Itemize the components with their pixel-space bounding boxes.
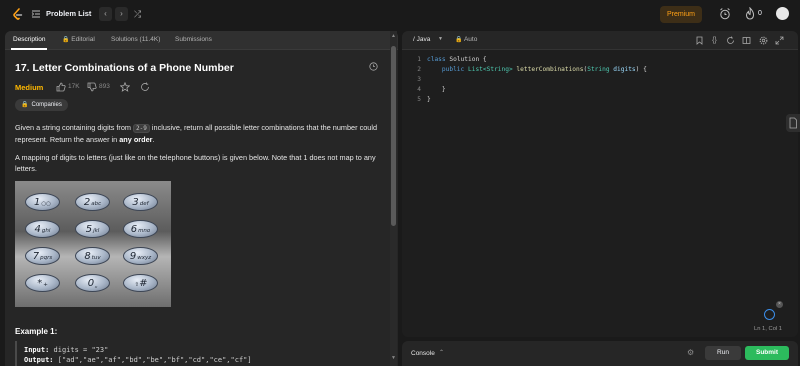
chat-bubble-icon[interactable] <box>764 309 775 320</box>
console-toggle[interactable]: Console <box>411 350 435 357</box>
code-line: 3 <box>417 76 421 83</box>
keypad-key: 1○○ <box>25 193 60 211</box>
settings-gear-icon[interactable] <box>759 36 768 45</box>
braces-icon[interactable]: {} <box>710 36 719 45</box>
close-icon[interactable]: × <box>776 301 783 308</box>
lock-icon: 🔒 <box>62 37 70 43</box>
chevron-up-icon[interactable]: ⌃ <box>439 349 444 356</box>
problem-title: 17. Letter Combinations of a Phone Numbe… <box>15 62 234 74</box>
keypad-key: 8tuv <box>75 247 110 265</box>
fullscreen-icon[interactable] <box>775 36 784 45</box>
submit-button[interactable]: Submit <box>745 346 789 360</box>
difficulty-badge: Medium <box>15 83 44 92</box>
language-select[interactable]: / Java <box>413 36 430 43</box>
description-paragraph-1: Given a string containing digits from 2-… <box>15 123 378 144</box>
code-line: 4 } <box>417 86 446 93</box>
keypad-key: 5jkl <box>75 220 110 238</box>
star-icon[interactable] <box>120 82 130 92</box>
autosave-label: 🔒 Auto <box>455 36 478 43</box>
keypad-key: 9wxyz <box>123 247 158 265</box>
example-input: Input: digits = "23" <box>24 346 109 354</box>
run-button[interactable]: Run <box>705 346 741 360</box>
example-title: Example 1: <box>15 327 58 336</box>
avatar[interactable] <box>776 7 789 20</box>
lock-icon: 🔒 <box>21 102 29 108</box>
active-tab-indicator <box>11 48 47 50</box>
code-line: 5 } <box>417 96 431 103</box>
editor-toolbar: / Java ▼ 🔒 Auto {} <box>402 31 798 50</box>
scroll-down-arrow[interactable]: ▼ <box>391 355 396 363</box>
streak-fire-icon[interactable] <box>745 7 755 20</box>
bookmark-icon[interactable] <box>695 36 704 45</box>
description-tabs: Description 🔒 Editorial Solutions (11.4K… <box>5 31 398 50</box>
example-block: Input: digits = "23" Output: ["ad","ae",… <box>15 341 383 366</box>
code-line: 1 class Solution { <box>417 56 487 63</box>
description-scrollbar[interactable]: ▲ ▼ <box>390 31 397 366</box>
reset-icon[interactable] <box>726 36 735 45</box>
description-panel: Description 🔒 Editorial Solutions (11.4K… <box>5 31 398 366</box>
tab-description[interactable]: Description <box>13 36 46 43</box>
clock-icon[interactable] <box>369 62 378 71</box>
refresh-icon[interactable] <box>140 82 150 92</box>
dislikes-count: 893 <box>99 83 110 90</box>
keypad-key: 0⎵ <box>75 274 110 292</box>
description-paragraph-2: A mapping of digits to letters (just lik… <box>15 153 376 173</box>
code-area[interactable]: 1 class Solution { 2 public List<String>… <box>402 55 798 105</box>
keypad-key: *+ <box>25 274 60 292</box>
phone-keypad-image: 1○○ 2abc 3def 4ghi 5jkl 6mno 7pqrs 8tuv … <box>15 181 171 307</box>
example-output: Output: ["ad","ae","af","bd","be","bf","… <box>24 356 252 364</box>
timer-icon[interactable] <box>719 7 731 20</box>
premium-button[interactable]: Premium <box>660 6 702 23</box>
tab-solutions[interactable]: Solutions (11.4K) <box>111 36 160 43</box>
gear-icon[interactable]: ⚙ <box>687 348 696 357</box>
shuffle-icon[interactable]: ⤮ <box>134 8 145 20</box>
scroll-up-arrow[interactable]: ▲ <box>391 33 396 41</box>
notes-side-tab[interactable] <box>786 114 800 132</box>
keypad-key: 2abc <box>75 193 110 211</box>
lock-icon: 🔒 <box>455 37 463 43</box>
code-line: 2 public List<String> letterCombinations… <box>417 66 647 73</box>
prev-problem-button[interactable]: ‹ <box>99 7 112 21</box>
split-view-icon[interactable] <box>742 36 751 45</box>
keypad-key: 7pqrs <box>25 247 60 265</box>
leetcode-logo-icon[interactable] <box>12 8 23 21</box>
thumbs-up-icon[interactable] <box>56 82 66 92</box>
keypad-key: 3def <box>123 193 158 211</box>
companies-tag[interactable]: 🔒 Companies <box>15 99 68 111</box>
scroll-thumb[interactable] <box>391 46 396 226</box>
tab-submissions[interactable]: Submissions <box>175 36 212 43</box>
thumbs-down-icon[interactable] <box>87 82 97 92</box>
console-bar: Console ⌃ ⚙ Run Submit <box>402 341 798 366</box>
keypad-key: 4ghi <box>25 220 60 238</box>
top-bar: Problem List ‹ › ⤮ Premium 0 <box>0 0 800 29</box>
problem-list-icon[interactable] <box>31 9 41 19</box>
inline-code: 2-9 <box>133 124 150 133</box>
keypad-key: ⇧# <box>123 274 158 292</box>
chevron-down-icon[interactable]: ▼ <box>438 36 443 42</box>
streak-count: 0 <box>758 10 762 17</box>
tab-editorial[interactable]: 🔒 Editorial <box>62 36 95 43</box>
code-editor-panel: / Java ▼ 🔒 Auto {} 1 class Solution { 2 … <box>402 31 798 337</box>
likes-count: 17K <box>68 83 80 90</box>
cursor-position: Ln 1, Col 1 <box>754 326 783 332</box>
next-problem-button[interactable]: › <box>115 7 128 21</box>
keypad-key: 6mno <box>123 220 158 238</box>
problem-list-label[interactable]: Problem List <box>46 9 91 18</box>
